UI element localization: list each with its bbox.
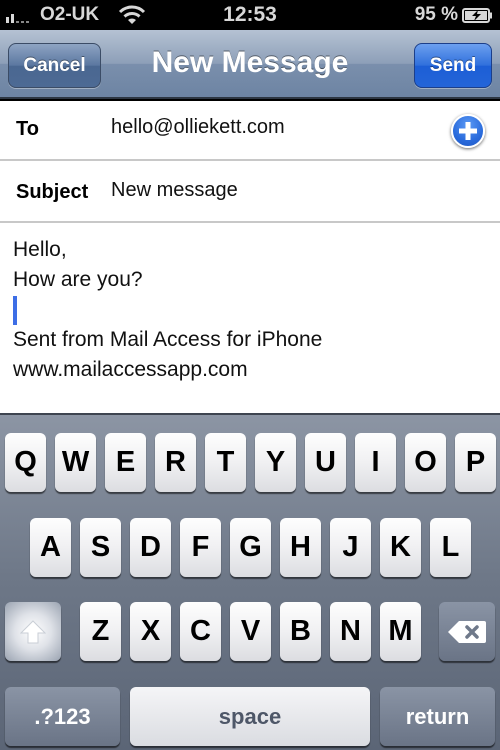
subject-field[interactable]: Subject New message [0,161,500,223]
subject-input[interactable]: New message [111,179,238,202]
key-x[interactable]: X [130,602,171,661]
key-v[interactable]: V [230,602,271,661]
body-line: Hello, [13,238,67,261]
text-cursor [13,296,17,325]
key-u[interactable]: U [305,433,346,492]
key-s[interactable]: S [80,518,121,577]
key-k[interactable]: K [380,518,421,577]
key-n[interactable]: N [330,602,371,661]
body-line: How are you? [13,268,143,291]
key-q[interactable]: Q [5,433,46,492]
return-key[interactable]: return [380,687,495,746]
key-p[interactable]: P [455,433,496,492]
delete-icon [448,620,486,643]
battery-percent: 95 % [414,4,458,25]
key-e[interactable]: E [105,433,146,492]
key-f[interactable]: F [180,518,221,577]
to-input[interactable]: hello@olliekett.com [111,116,285,139]
signature-url: www.mailaccessapp.com [13,358,248,381]
key-d[interactable]: D [130,518,171,577]
body-line-cursor [13,295,487,325]
key-o[interactable]: O [405,433,446,492]
key-m[interactable]: M [380,602,421,661]
key-a[interactable]: A [30,518,71,577]
to-field[interactable]: To hello@olliekett.com [0,101,500,161]
message-body-input[interactable]: Hello, How are you? Sent from Mail Acces… [0,223,500,413]
key-z[interactable]: Z [80,602,121,661]
key-i[interactable]: I [355,433,396,492]
keyboard: .?123 space return QWERTYUIOP ASDFGHJKL ZX… [0,413,500,750]
key-b[interactable]: B [280,602,321,661]
key-w[interactable]: W [55,433,96,492]
signature-line: Sent from Mail Access for iPhone [13,328,323,351]
delete-key[interactable] [439,602,495,661]
key-l[interactable]: L [430,518,471,577]
add-contact-icon[interactable] [451,114,485,148]
send-button[interactable]: Send [414,43,492,88]
key-h[interactable]: H [280,518,321,577]
key-r[interactable]: R [155,433,196,492]
space-key[interactable]: space [130,687,370,746]
key-t[interactable]: T [205,433,246,492]
numbers-key[interactable]: .?123 [5,687,120,746]
key-j[interactable]: J [330,518,371,577]
shift-icon [20,619,46,643]
status-bar: O2-UK 12:53 95 % [0,0,500,30]
message-header-fields: To hello@olliekett.com Subject New messa… [0,101,500,223]
navigation-bar: Cancel New Message Send [0,30,500,99]
key-y[interactable]: Y [255,433,296,492]
subject-label: Subject [16,181,89,203]
key-g[interactable]: G [230,518,271,577]
key-c[interactable]: C [180,602,221,661]
shift-key[interactable] [5,602,61,661]
to-label: To [16,118,39,140]
battery-charging-icon [462,8,492,23]
